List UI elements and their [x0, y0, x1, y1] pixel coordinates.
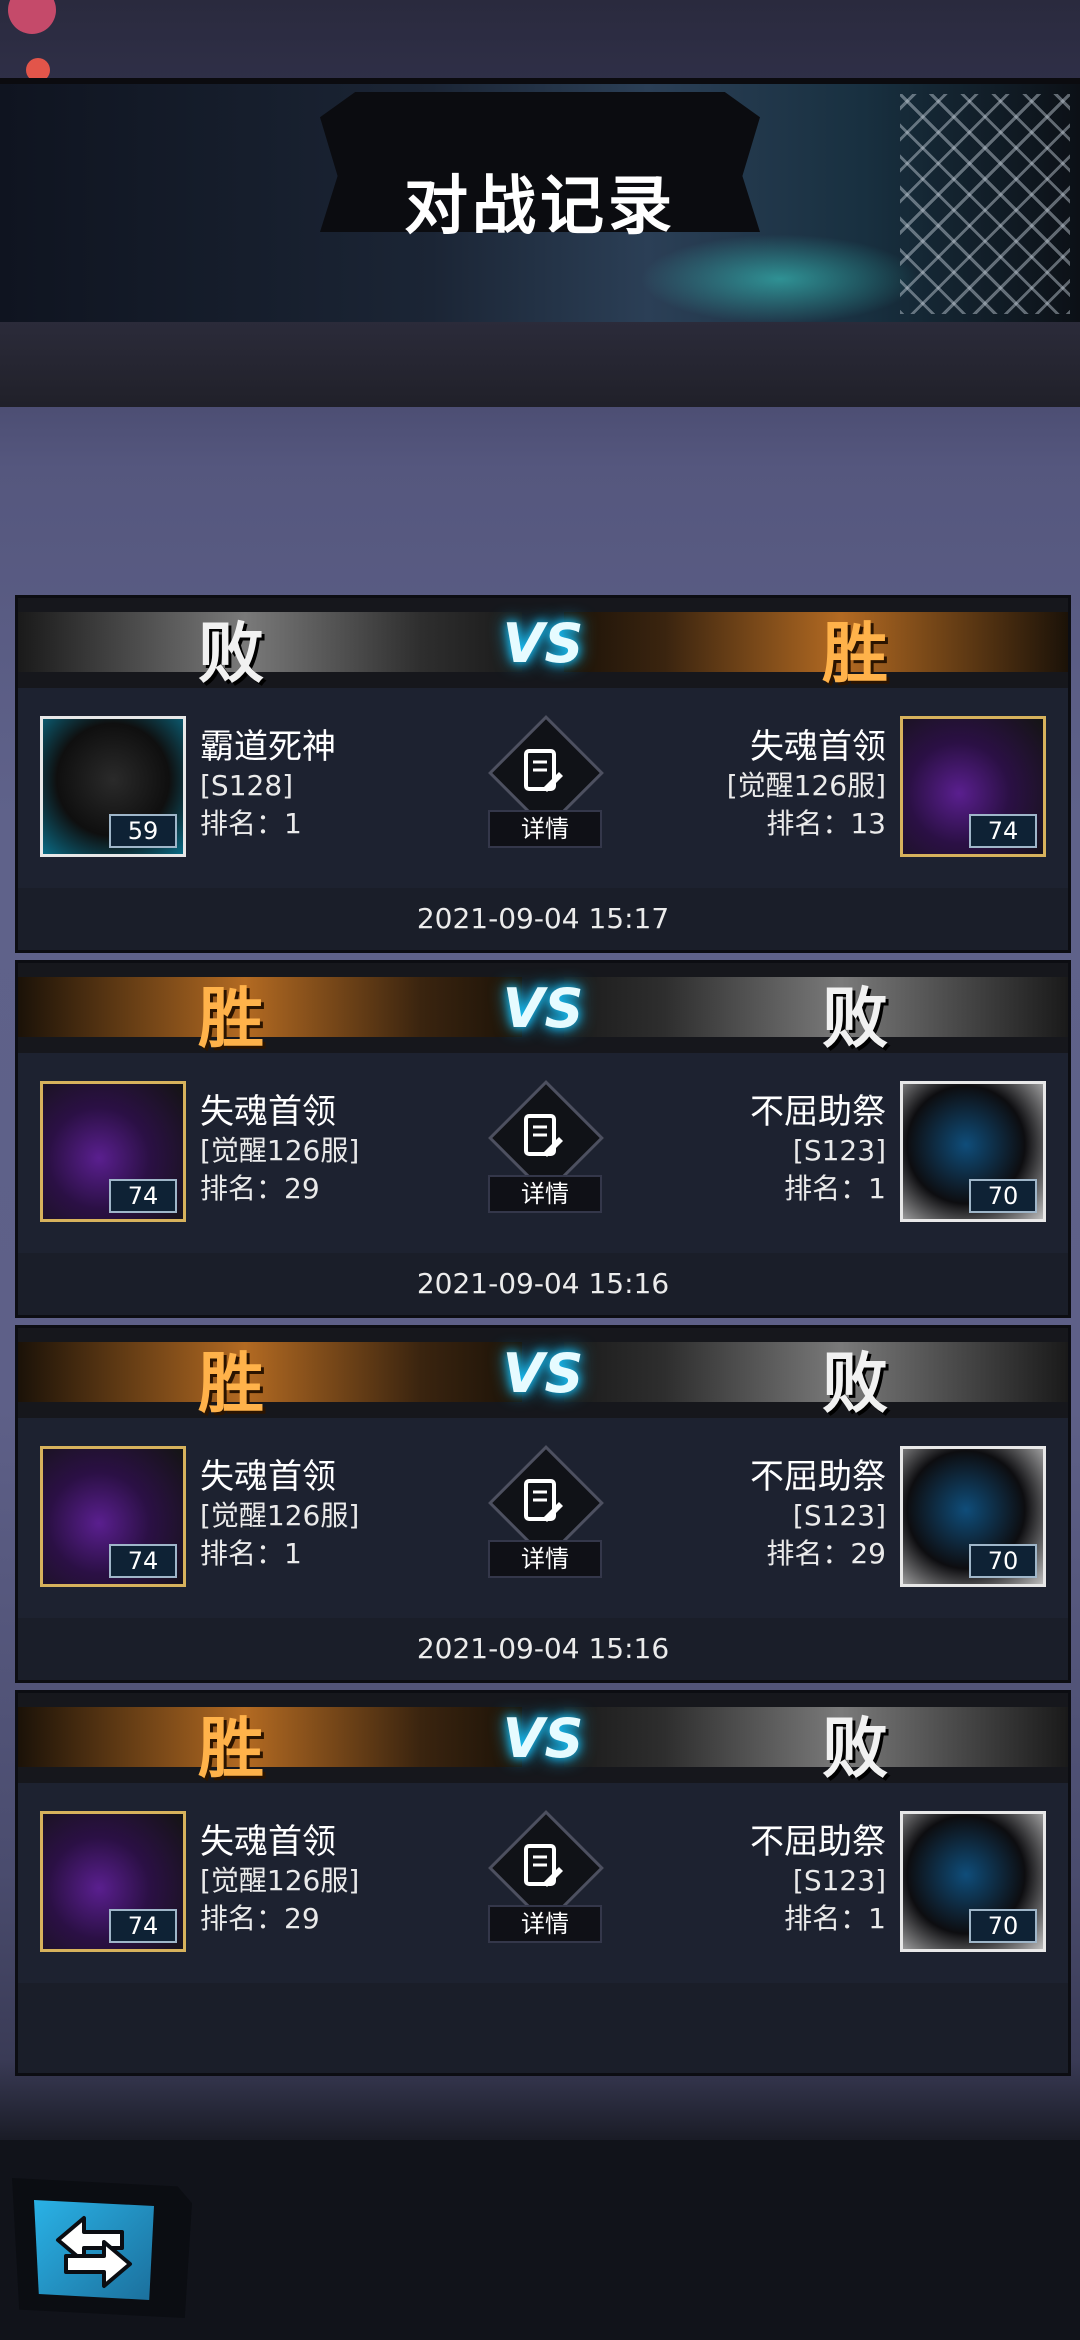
player-rank: 排名：1 [200, 807, 302, 840]
level-badge: 74 [109, 1909, 177, 1943]
battle-card: 胜 VS 败 74 失魂首领 [觉醒126服] 排名：29 详情 不屈助祭 [S… [15, 960, 1071, 1318]
player-rank: 排名：29 [200, 1172, 320, 1205]
battle-card: 败 VS 胜 59 霸道死神 [S128] 排名：1 详情 失魂首领 [觉醒12… [15, 595, 1071, 953]
avatar-left[interactable]: 74 [40, 1811, 186, 1952]
detail-label[interactable]: 详情 [488, 1175, 602, 1213]
detail-button[interactable]: 详情 [483, 715, 604, 858]
app-orb-icon [8, 0, 56, 82]
result-bar: 胜 VS 败 [18, 1328, 1068, 1422]
player-server: [觉醒126服] [200, 1864, 360, 1897]
banner-glow [640, 234, 920, 324]
battle-timestamp: 2021-09-04 15:16 [416, 1267, 670, 1300]
player-info-right: 不屈助祭 [S123] 排名：1 [750, 1821, 886, 1939]
player-info-left: 失魂首领 [觉醒126服] 排名：29 [200, 1821, 359, 1939]
battle-timestamp: 2021-09-04 15:16 [416, 1632, 670, 1665]
result-right: 败 [822, 1345, 888, 1422]
player-name: 失魂首领 [200, 1457, 336, 1497]
battle-card: 胜 VS 败 74 失魂首领 [觉醒126服] 排名：1 详情 不屈助祭 [S1… [15, 1325, 1071, 1683]
player-server: [觉醒126服] [726, 769, 886, 802]
player-info-right: 失魂首领 [觉醒126服] 排名：13 [727, 726, 886, 844]
player-name: 不屈助祭 [750, 1457, 886, 1497]
player-rank: 排名：13 [766, 807, 886, 840]
player-name: 不屈助祭 [750, 1822, 886, 1862]
result-right: 败 [822, 1710, 888, 1787]
document-edit-icon [524, 1479, 563, 1522]
player-name: 失魂首领 [200, 1092, 336, 1132]
document-edit-icon [524, 1844, 563, 1887]
player-rank: 排名：1 [784, 1172, 886, 1205]
player-server: [S123] [792, 1499, 886, 1532]
avatar-left[interactable]: 74 [40, 1446, 186, 1587]
result-right: 败 [822, 980, 888, 1057]
battle-card: 胜 VS 败 74 失魂首领 [觉醒126服] 排名：29 详情 不屈助祭 [S… [15, 1690, 1071, 2076]
player-name: 霸道死神 [200, 727, 336, 767]
avatar-left[interactable]: 74 [40, 1081, 186, 1222]
player-rank: 排名：29 [200, 1902, 320, 1935]
vs-label: VS [502, 977, 584, 1040]
player-server: [S123] [792, 1864, 886, 1897]
player-server: [觉醒126服] [200, 1499, 360, 1532]
detail-button[interactable]: 详情 [483, 1445, 604, 1588]
back-arrow-icon[interactable] [44, 2208, 144, 2292]
result-bar: 胜 VS 败 [18, 1693, 1068, 1787]
player-name: 不屈助祭 [750, 1092, 886, 1132]
result-right: 胜 [822, 615, 888, 692]
avatar-right[interactable]: 70 [900, 1446, 1046, 1587]
document-edit-icon [524, 749, 563, 792]
player-name: 失魂首领 [750, 727, 886, 767]
player-info-left: 霸道死神 [S128] 排名：1 [200, 726, 336, 844]
header-strip [0, 322, 1080, 407]
page-title: 对战记录 [404, 170, 676, 244]
result-bar: 胜 VS 败 [18, 963, 1068, 1057]
avatar-right[interactable]: 74 [900, 716, 1046, 857]
avatar-right[interactable]: 70 [900, 1081, 1046, 1222]
level-badge: 70 [969, 1909, 1037, 1943]
battle-timestamp: 2021-09-04 15:17 [416, 902, 670, 935]
detail-label[interactable]: 详情 [488, 1905, 602, 1943]
vs-label: VS [502, 612, 584, 675]
player-rank: 排名：1 [200, 1537, 302, 1570]
player-server: [S123] [792, 1134, 886, 1167]
level-badge: 74 [109, 1179, 177, 1213]
player-rank: 排名：29 [766, 1537, 886, 1570]
level-badge: 70 [969, 1544, 1037, 1578]
player-info-left: 失魂首领 [觉醒126服] 排名：29 [200, 1091, 359, 1209]
document-edit-icon [524, 1114, 563, 1157]
level-badge: 70 [969, 1179, 1037, 1213]
avatar-left[interactable]: 59 [40, 716, 186, 857]
level-badge: 74 [109, 1544, 177, 1578]
player-name: 失魂首领 [200, 1822, 336, 1862]
player-info-right: 不屈助祭 [S123] 排名：1 [750, 1091, 886, 1209]
vs-label: VS [502, 1342, 584, 1405]
detail-label[interactable]: 详情 [488, 1540, 602, 1578]
vs-label: VS [502, 1707, 584, 1770]
detail-button[interactable]: 详情 [483, 1080, 604, 1223]
level-badge: 59 [109, 814, 177, 848]
player-info-right: 不屈助祭 [S123] 排名：29 [750, 1456, 886, 1574]
player-server: [S128] [200, 769, 294, 802]
detail-button[interactable]: 详情 [483, 1810, 604, 1953]
player-rank: 排名：1 [784, 1902, 886, 1935]
battle-timestamp [18, 1983, 1068, 2045]
detail-label[interactable]: 详情 [488, 810, 602, 848]
player-info-left: 失魂首领 [觉醒126服] 排名：1 [200, 1456, 359, 1574]
level-badge: 74 [969, 814, 1037, 848]
player-server: [觉醒126服] [200, 1134, 360, 1167]
avatar-right[interactable]: 70 [900, 1811, 1046, 1952]
result-bar: 败 VS 胜 [18, 598, 1068, 692]
